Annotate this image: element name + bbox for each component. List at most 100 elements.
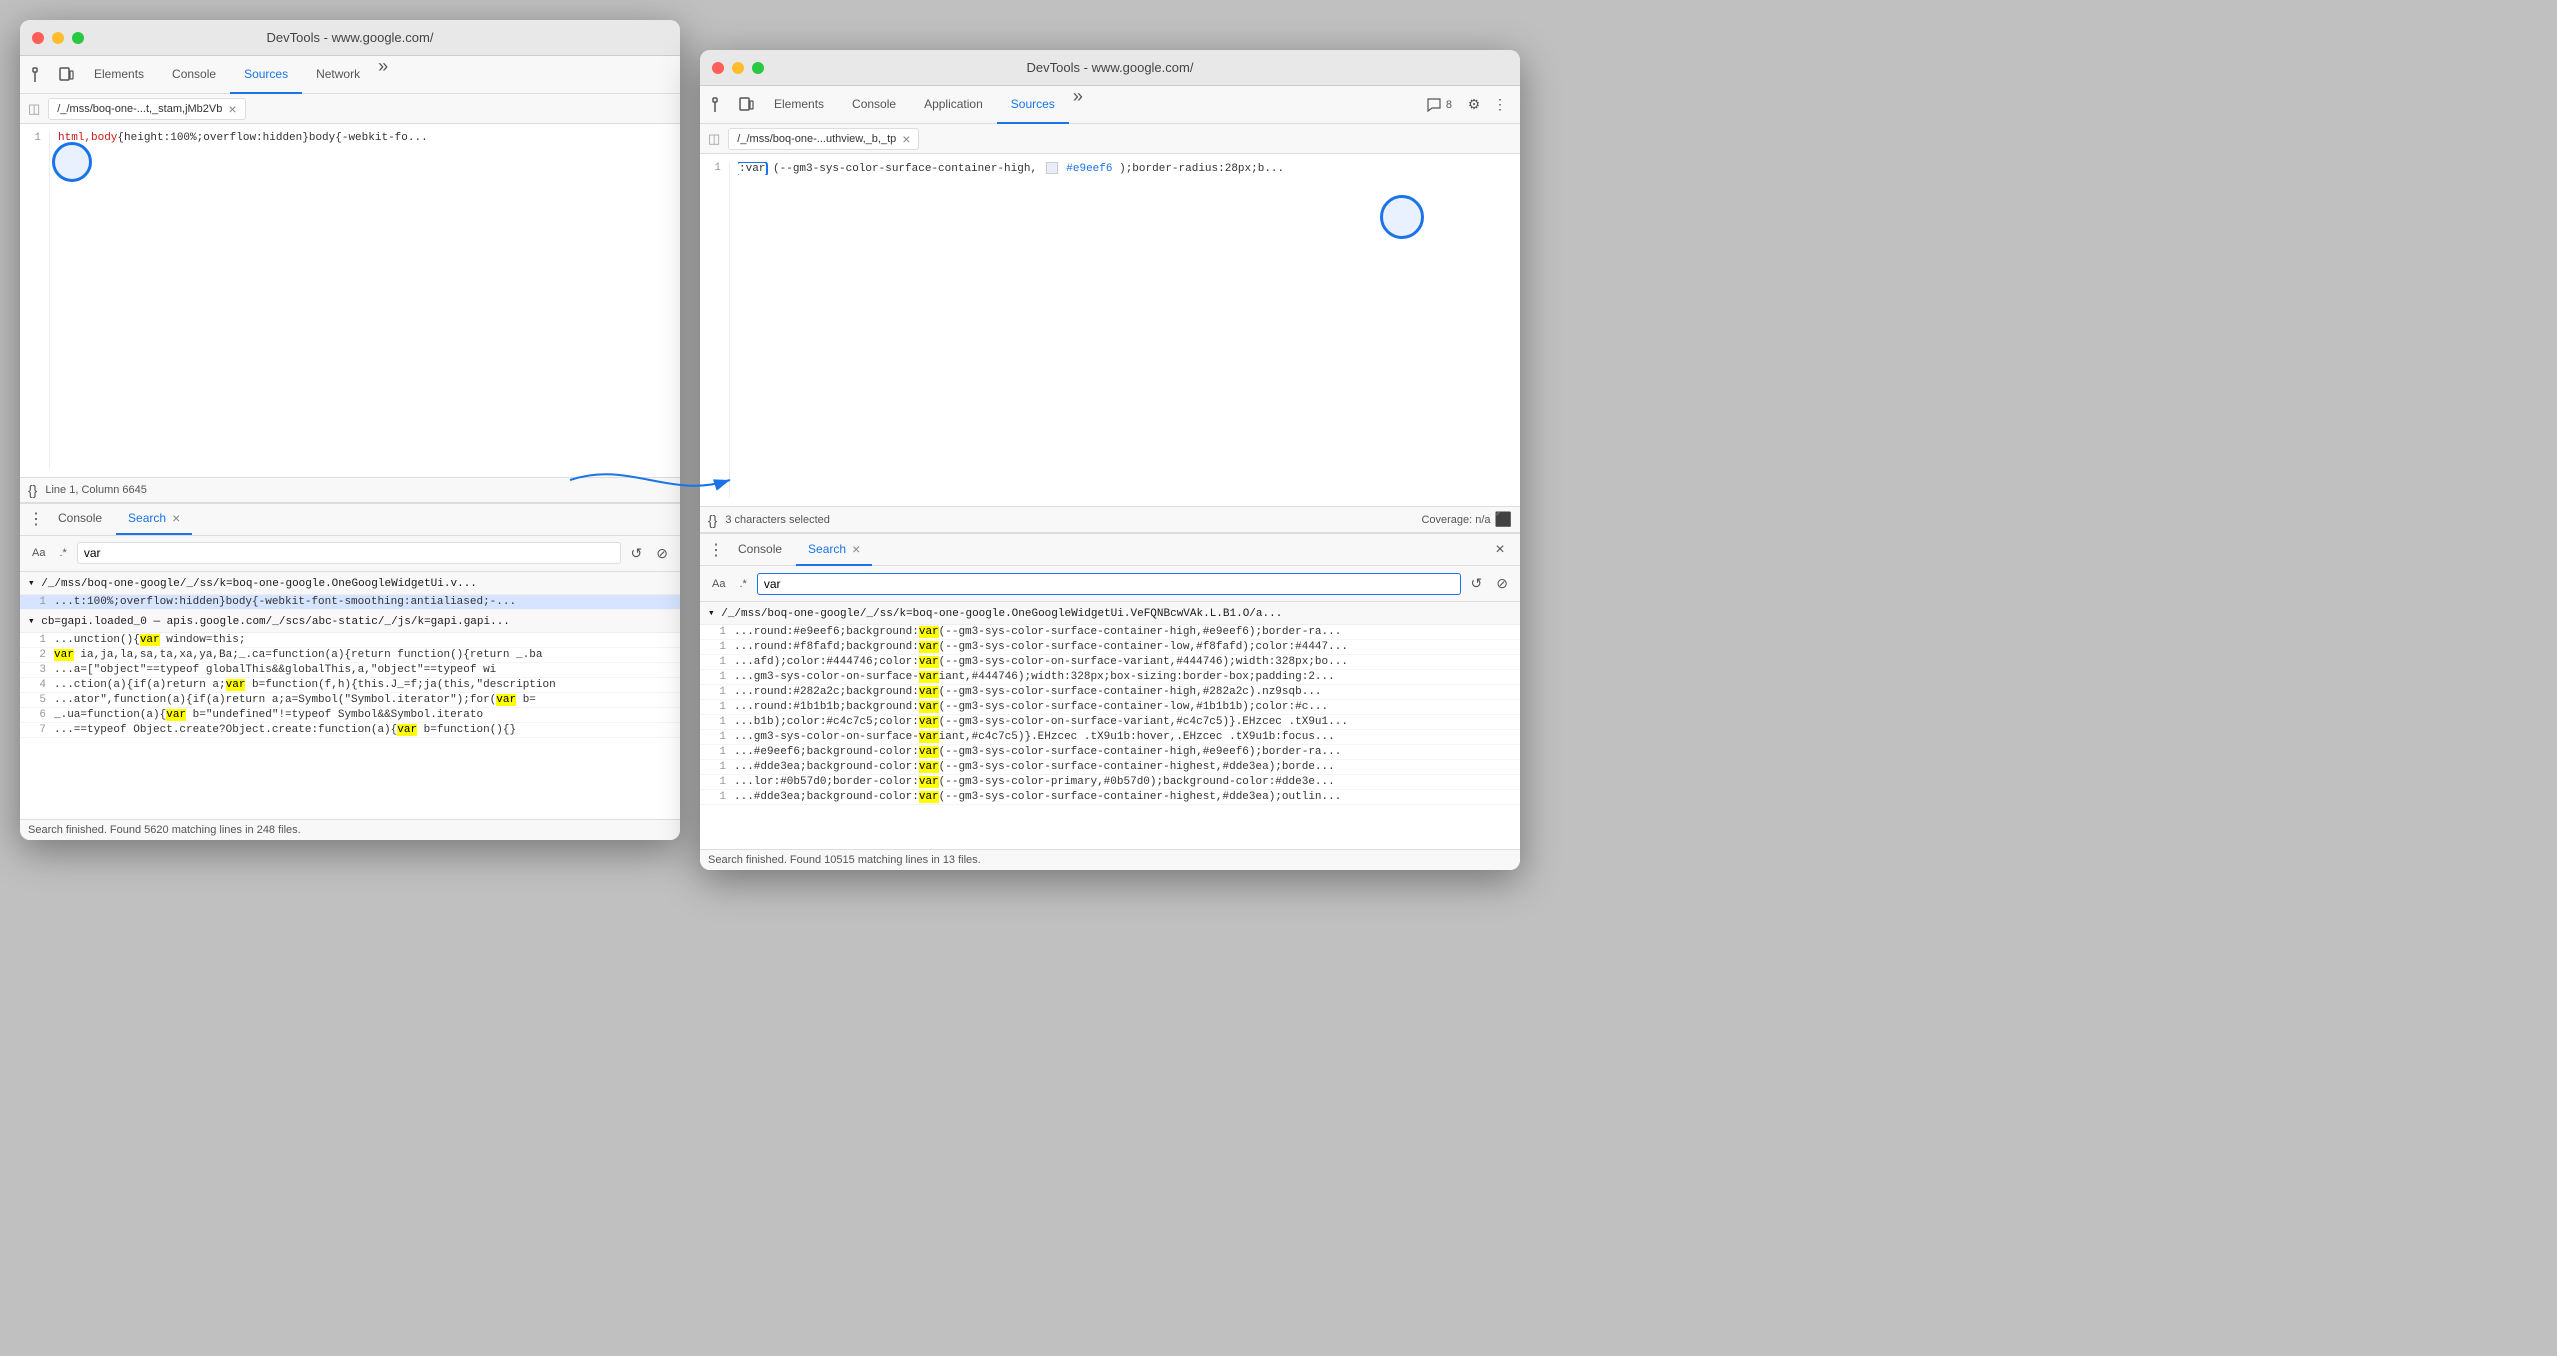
- kebab-menu-right[interactable]: ⋮: [708, 540, 724, 560]
- window-title-right: DevTools - www.google.com/: [1027, 60, 1194, 75]
- search-result-row-left-f2-2[interactable]: 2 var ia,ja,la,sa,ta,xa,ya,Ba;_.ca=funct…: [20, 648, 680, 663]
- search-regex-left[interactable]: .*: [55, 545, 70, 561]
- search-result-row-left-f2-6[interactable]: 6 _.ua=function(a){var b="undefined"!=ty…: [20, 708, 680, 723]
- source-area-left: 1 html,body{height:100%;overflow:hidden}…: [20, 124, 680, 477]
- gear-icon-right[interactable]: ⚙: [1462, 93, 1486, 117]
- search-regex-right[interactable]: .*: [735, 576, 750, 592]
- kebab-icon-right[interactable]: ⋮: [1488, 93, 1512, 117]
- bottom-tab-console-right[interactable]: Console: [726, 534, 794, 566]
- search-result-row-right-1[interactable]: 1 ...round:#e9eef6;background:var(--gm3-…: [700, 625, 1520, 640]
- file-tab-right[interactable]: /_/mss/boq-one-...uthview,_b,_tp ×: [728, 128, 919, 150]
- file-bar-left: ◫ /_/mss/boq-one-...t,_stam,jMb2Vb ×: [20, 94, 680, 124]
- search-result-row-right-6[interactable]: 1 ...round:#1b1b1b;background:var(--gm3-…: [700, 700, 1520, 715]
- status-text-right: 3 characters selected: [725, 514, 830, 526]
- chat-badge-count: 8: [1446, 99, 1452, 111]
- chat-icon: [1426, 97, 1442, 113]
- coverage-area-right: Coverage: n/a ⬛: [1421, 511, 1512, 528]
- search-result-row-left-f2-3[interactable]: 3 ...a=["object"==typeof globalThis&&glo…: [20, 663, 680, 678]
- search-bar-right: Aa .* ↺ ⊘: [700, 566, 1520, 602]
- search-input-container-left: [77, 542, 621, 564]
- maximize-button-left[interactable]: [72, 32, 84, 44]
- kebab-menu-left[interactable]: ⋮: [28, 509, 44, 529]
- file-tab-left[interactable]: /_/mss/boq-one-...t,_stam,jMb2Vb ×: [48, 98, 245, 120]
- window-title-left: DevTools - www.google.com/: [267, 30, 434, 45]
- search-result-row-right-3[interactable]: 1 ...afd);color:#444746;color:var(--gm3-…: [700, 655, 1520, 670]
- chat-badge-area: 8: [1426, 97, 1452, 113]
- search-aa-left[interactable]: Aa: [28, 545, 49, 561]
- device-icon-right[interactable]: [734, 93, 758, 117]
- devtools-toolbar-right: Elements Console Application Sources » 8…: [700, 86, 1520, 124]
- tab-elements-right[interactable]: Elements: [760, 86, 838, 124]
- minimize-button-right[interactable]: [732, 62, 744, 74]
- maximize-button-right[interactable]: [752, 62, 764, 74]
- inspect-icon-right[interactable]: [708, 93, 732, 117]
- close-button-right[interactable]: [712, 62, 724, 74]
- bottom-tab-bar-left: ⋮ Console Search ×: [20, 504, 680, 536]
- file-tab-close-left[interactable]: ×: [228, 101, 236, 117]
- close-panel-right[interactable]: ×: [1488, 538, 1512, 562]
- tab-sources-left[interactable]: Sources: [230, 56, 302, 94]
- search-input-left[interactable]: [77, 542, 621, 564]
- coverage-icon-right: ⬛: [1495, 511, 1512, 528]
- search-result-row-left-f2-7[interactable]: 7 ...==typeof Object.create?Object.creat…: [20, 723, 680, 738]
- tab-bar-left: Elements Console Sources Network »: [80, 56, 392, 94]
- titlebar-right: DevTools - www.google.com/: [700, 50, 1520, 86]
- search-result-row-right-8[interactable]: 1 ...gm3-sys-color-on-surface-variant,#c…: [700, 730, 1520, 745]
- search-file-header-left-2[interactable]: ▾ cb=gapi.loaded_0 — apis.google.com/_/s…: [20, 610, 680, 633]
- bottom-tab-search-close-right[interactable]: ×: [852, 541, 860, 557]
- bottom-panel-right: ⋮ Console Search × × Aa .* ↺ ⊘: [700, 533, 1520, 870]
- more-tabs-left[interactable]: »: [374, 56, 392, 94]
- inspect-icon-left[interactable]: [28, 63, 52, 87]
- tab-bar-right: Elements Console Application Sources »: [760, 86, 1087, 124]
- search-result-row-right-5[interactable]: 1 ...round:#282a2c;background:var(--gm3-…: [700, 685, 1520, 700]
- search-aa-right[interactable]: Aa: [708, 576, 729, 592]
- search-result-row-right-9[interactable]: 1 ...#e9eef6;background-color:var(--gm3-…: [700, 745, 1520, 760]
- minimize-button-left[interactable]: [52, 32, 64, 44]
- search-input-right[interactable]: [757, 573, 1461, 595]
- search-results-right[interactable]: ▾ /_/mss/boq-one-google/_/ss/k=boq-one-g…: [700, 602, 1520, 849]
- status-bar-right: {} 3 characters selected Coverage: n/a ⬛: [700, 506, 1520, 533]
- tab-console-right[interactable]: Console: [838, 86, 910, 124]
- search-result-row-left-f2-4[interactable]: 4 ...ction(a){if(a)return a;var b=functi…: [20, 678, 680, 693]
- color-swatch-right: [1046, 162, 1058, 174]
- tab-application-right[interactable]: Application: [910, 86, 997, 124]
- search-result-row-right-12[interactable]: 1 ...#dde3ea;background-color:var(--gm3-…: [700, 790, 1520, 805]
- search-result-row-left-f2-1[interactable]: 1 ...unction(){var window=this;: [20, 633, 680, 648]
- source-code-right: :var (--gm3-sys-color-surface-container-…: [730, 162, 1520, 498]
- search-footer-right: Search finished. Found 10515 matching li…: [700, 849, 1520, 870]
- search-file-header-left-1[interactable]: ▾ /_/mss/boq-one-google/_/ss/k=boq-one-g…: [20, 572, 680, 595]
- search-result-row-left-f2-5[interactable]: 5 ...ator",function(a){if(a)return a;a=S…: [20, 693, 680, 708]
- devtools-toolbar-left: Elements Console Sources Network »: [20, 56, 680, 94]
- search-refresh-left[interactable]: ↺: [627, 543, 647, 564]
- search-result-row-right-2[interactable]: 1 ...round:#f8fafd;background:var(--gm3-…: [700, 640, 1520, 655]
- search-bar-left: Aa .* ↺ ⊘: [20, 536, 680, 572]
- curly-braces-right: {}: [708, 512, 717, 528]
- bottom-tab-search-right[interactable]: Search ×: [796, 534, 872, 566]
- more-tabs-right[interactable]: »: [1069, 86, 1087, 124]
- bottom-tab-console-left[interactable]: Console: [46, 503, 114, 535]
- search-refresh-right[interactable]: ↺: [1467, 573, 1487, 594]
- search-footer-left: Search finished. Found 5620 matching lin…: [20, 819, 680, 840]
- tab-console-left[interactable]: Console: [158, 56, 230, 94]
- close-button-left[interactable]: [32, 32, 44, 44]
- search-results-left[interactable]: ▾ /_/mss/boq-one-google/_/ss/k=boq-one-g…: [20, 572, 680, 820]
- bottom-tab-search-close-left[interactable]: ×: [172, 510, 180, 526]
- tab-network-left[interactable]: Network: [302, 56, 374, 94]
- search-result-row-right-10[interactable]: 1 ...#dde3ea;background-color:var(--gm3-…: [700, 760, 1520, 775]
- search-result-row-left-f1-1[interactable]: 1 ...t:100%;overflow:hidden}body{-webkit…: [20, 595, 680, 610]
- search-clear-right[interactable]: ⊘: [1492, 573, 1512, 594]
- search-result-row-right-4[interactable]: 1 ...gm3-sys-color-on-surface-variant,#4…: [700, 670, 1520, 685]
- device-icon-left[interactable]: [54, 63, 78, 87]
- curly-braces-left: {}: [28, 482, 37, 498]
- status-text-left: Line 1, Column 6645: [45, 484, 147, 496]
- bottom-tab-search-left[interactable]: Search ×: [116, 503, 192, 535]
- search-result-row-right-11[interactable]: 1 ...lor:#0b57d0;border-color:var(--gm3-…: [700, 775, 1520, 790]
- search-file-header-right-1[interactable]: ▾ /_/mss/boq-one-google/_/ss/k=boq-one-g…: [700, 602, 1520, 625]
- tab-sources-right[interactable]: Sources: [997, 86, 1069, 124]
- search-clear-left[interactable]: ⊘: [652, 543, 672, 564]
- bottom-tab-bar-right: ⋮ Console Search × ×: [700, 534, 1520, 566]
- source-area-right: 1 :var (--gm3-sys-color-surface-containe…: [700, 154, 1520, 506]
- file-tab-close-right[interactable]: ×: [902, 131, 910, 147]
- search-result-row-right-7[interactable]: 1 ...b1b);color:#c4c7c5;color:var(--gm3-…: [700, 715, 1520, 730]
- tab-elements-left[interactable]: Elements: [80, 56, 158, 94]
